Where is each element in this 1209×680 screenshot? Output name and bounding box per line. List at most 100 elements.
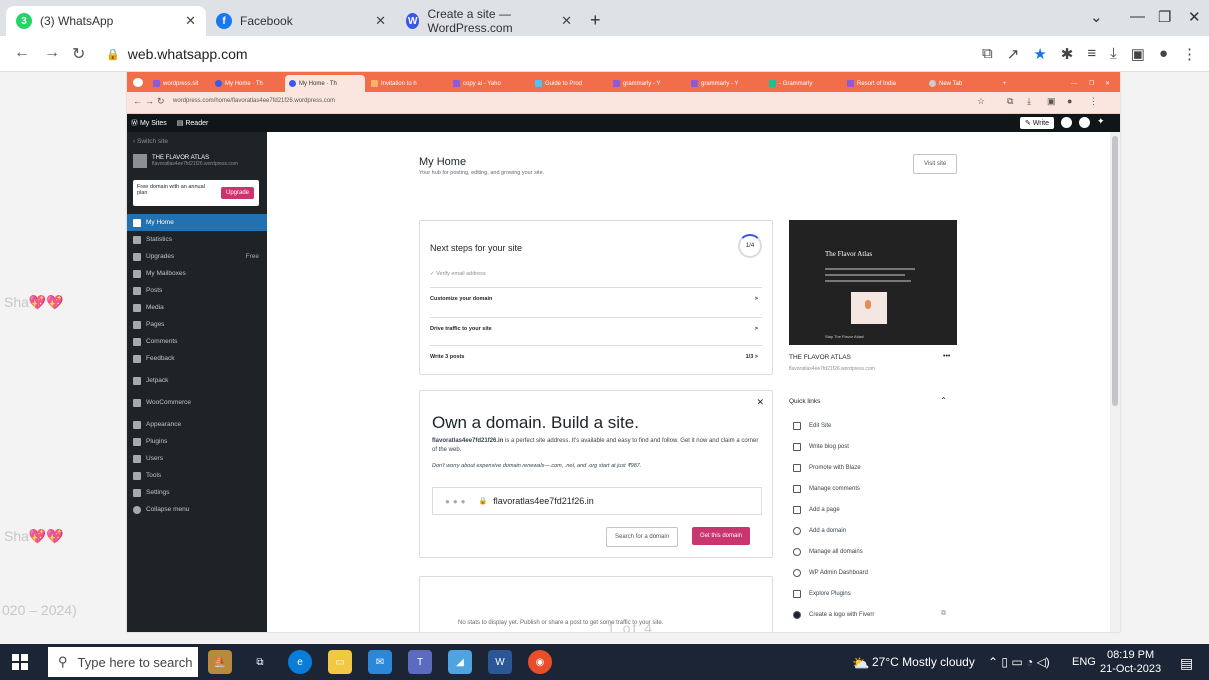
sidebar-item-woocommerce[interactable]: WooCommerce bbox=[127, 394, 267, 411]
quick-link-promote[interactable]: Promote with Blaze bbox=[793, 464, 861, 472]
reload-icon[interactable]: ↻ bbox=[157, 96, 165, 107]
more-options-icon[interactable]: ••• bbox=[943, 353, 950, 360]
sidebar-item-mailboxes[interactable]: My Mailboxes bbox=[127, 265, 267, 282]
tab-whatsapp[interactable]: 3 (3) WhatsApp ✕ bbox=[6, 6, 206, 36]
extensions-icon[interactable]: ✱ bbox=[1061, 45, 1074, 63]
inner-tab[interactable]: grammarly - Y bbox=[609, 75, 685, 92]
edge-icon[interactable]: e bbox=[288, 650, 312, 674]
weather-text[interactable]: 27°C Mostly cloudy bbox=[872, 655, 975, 669]
back-arrow-icon[interactable]: ← bbox=[133, 96, 142, 106]
search-domain-button[interactable]: Search for a domain bbox=[606, 527, 679, 547]
chevron-down-icon[interactable] bbox=[133, 78, 143, 87]
notifications-icon[interactable]: ✦ bbox=[1097, 116, 1108, 127]
clock[interactable]: 08:19 PM 21-Oct-2023 bbox=[1100, 648, 1161, 676]
close-icon[interactable]: ✕ bbox=[561, 13, 572, 29]
maximize-button[interactable]: ❐ bbox=[1158, 8, 1171, 26]
inner-tab[interactable]: grammarly - Y bbox=[687, 75, 763, 92]
sidepanel-icon[interactable]: ▣ bbox=[1131, 45, 1145, 63]
profile-avatar[interactable]: ● bbox=[1067, 96, 1072, 106]
minimize-button[interactable]: — bbox=[1067, 75, 1081, 92]
close-icon[interactable]: ✕ bbox=[185, 13, 196, 29]
star-icon[interactable]: ☆ bbox=[977, 96, 985, 107]
extensions-icon[interactable]: ⧉ bbox=[1007, 96, 1013, 107]
menu-icon[interactable]: ⋮ bbox=[1182, 45, 1197, 63]
sidepanel-icon[interactable]: ▣ bbox=[1047, 96, 1056, 107]
close-window-button[interactable]: ✕ bbox=[1101, 75, 1114, 92]
step-write-posts[interactable]: Write 3 posts 1/3 > bbox=[430, 345, 762, 368]
app-icon[interactable]: ◢ bbox=[448, 650, 472, 674]
inner-tab[interactable]: Resort of India bbox=[843, 75, 923, 92]
minimize-button[interactable]: — bbox=[1130, 8, 1145, 25]
sidebar-item-upgrades[interactable]: Upgrades Free bbox=[127, 248, 267, 265]
sidebar-item-my-home[interactable]: My Home bbox=[127, 214, 267, 231]
sidebar-item-pages[interactable]: Pages bbox=[127, 316, 267, 333]
chevron-down-icon[interactable]: ⌄ bbox=[1090, 8, 1103, 26]
close-icon[interactable]: ✕ bbox=[375, 13, 386, 29]
quick-link-edit-site[interactable]: Edit Site bbox=[793, 422, 831, 430]
language-indicator[interactable]: ENG bbox=[1072, 656, 1096, 668]
help-icon[interactable] bbox=[1079, 117, 1090, 128]
avatar[interactable] bbox=[1061, 117, 1072, 128]
inner-tab[interactable]: Guide to Prod bbox=[531, 75, 607, 92]
visit-site-button[interactable]: Visit site bbox=[913, 154, 958, 174]
taskbar-search-input[interactable]: ⚲ Type here to search bbox=[48, 647, 198, 677]
sidebar-item-appearance[interactable]: Appearance bbox=[127, 416, 267, 433]
quick-link-fiverr[interactable]: Create a logo with Fiverr bbox=[793, 611, 874, 619]
mail-icon[interactable]: ✉ bbox=[368, 650, 392, 674]
sidebar-item-collapse[interactable]: Collapse menu bbox=[127, 501, 267, 518]
sidebar-item-settings[interactable]: Settings bbox=[127, 484, 267, 501]
chevron-up-icon[interactable]: ⌃ bbox=[940, 396, 947, 405]
sidebar-item-jetpack[interactable]: Jetpack bbox=[127, 372, 267, 389]
maximize-button[interactable]: ❐ bbox=[1085, 75, 1098, 92]
teams-icon[interactable]: T bbox=[408, 650, 432, 674]
quick-link-add-page[interactable]: Add a page bbox=[793, 506, 840, 514]
star-icon[interactable]: ★ bbox=[1033, 45, 1046, 63]
site-card[interactable]: THE FLAVOR ATLAS flavoratlas4ee7fd21f26.… bbox=[133, 154, 238, 168]
chrome-icon[interactable]: ◉ bbox=[528, 650, 552, 674]
tray-icons[interactable]: ⌃ ▯ ▭ ◔ ◁) bbox=[988, 655, 1050, 669]
get-domain-button[interactable]: Get this domain bbox=[692, 527, 751, 545]
sidebar-item-users[interactable]: Users bbox=[127, 450, 267, 467]
quick-link-manage-domains[interactable]: Manage all domains bbox=[793, 548, 863, 556]
share-icon[interactable]: ↗ bbox=[1007, 45, 1020, 63]
upgrade-button[interactable]: Upgrade bbox=[220, 187, 254, 199]
notifications-icon[interactable]: ▤ bbox=[1180, 655, 1193, 672]
sidebar-item-media[interactable]: Media bbox=[127, 299, 267, 316]
inner-url[interactable]: wordpress.com/home/flavoratlas4ee7fd21f2… bbox=[173, 98, 335, 104]
weather-icon[interactable]: ⛅ bbox=[852, 655, 869, 672]
new-tab-button[interactable]: + bbox=[999, 75, 1011, 92]
widget-icon[interactable]: ⛵ bbox=[208, 650, 232, 674]
inner-tab[interactable]: copy ai - Yaho bbox=[449, 75, 529, 92]
my-sites-link[interactable]: Ⓦ My Sites bbox=[131, 118, 167, 128]
sidebar-item-tools[interactable]: Tools bbox=[127, 467, 267, 484]
new-tab-button[interactable]: + bbox=[590, 10, 601, 31]
inner-tab[interactable]: Invitation to h bbox=[367, 75, 447, 92]
menu-icon[interactable]: ⋮ bbox=[1089, 96, 1098, 107]
scrollbar[interactable] bbox=[1110, 132, 1120, 632]
word-icon[interactable]: W bbox=[488, 650, 512, 674]
inner-tab[interactable]: - Grammarly bbox=[765, 75, 841, 92]
forward-arrow-icon[interactable]: → bbox=[44, 44, 60, 62]
quick-link-comments[interactable]: Manage comments bbox=[793, 485, 860, 493]
inner-tab[interactable]: wordpress.sit bbox=[149, 75, 209, 92]
sidebar-item-statistics[interactable]: Statistics bbox=[127, 231, 267, 248]
download-icon[interactable]: ⤓ bbox=[1110, 45, 1117, 63]
quick-link-write-post[interactable]: Write blog post bbox=[793, 443, 849, 451]
download-icon[interactable]: ⤓ bbox=[1027, 96, 1031, 107]
inner-tab-active[interactable]: My Home · Th bbox=[285, 75, 365, 92]
url-field[interactable]: 🔒 web.whatsapp.com bbox=[100, 40, 960, 68]
quick-link-add-domain[interactable]: Add a domain bbox=[793, 527, 846, 535]
step-customize-domain[interactable]: Customize your domain > bbox=[430, 287, 762, 310]
close-window-button[interactable]: ✕ bbox=[1188, 8, 1201, 26]
quick-link-wp-admin[interactable]: WP Admin Dashboard bbox=[793, 569, 868, 577]
tab-facebook[interactable]: f Facebook ✕ bbox=[206, 6, 396, 36]
sidebar-item-plugins[interactable]: Plugins bbox=[127, 433, 267, 450]
reader-link[interactable]: ▤ Reader bbox=[177, 119, 209, 127]
back-arrow-icon[interactable]: ← bbox=[14, 44, 30, 62]
inner-tab[interactable]: New Tab bbox=[925, 75, 995, 92]
sidebar-item-feedback[interactable]: Feedback bbox=[127, 350, 267, 367]
task-view-icon[interactable]: ⧉ bbox=[248, 650, 272, 674]
sidebar-item-posts[interactable]: Posts bbox=[127, 282, 267, 299]
reload-icon[interactable]: ↻ bbox=[72, 44, 85, 64]
profile-avatar[interactable]: ● bbox=[1159, 45, 1168, 63]
